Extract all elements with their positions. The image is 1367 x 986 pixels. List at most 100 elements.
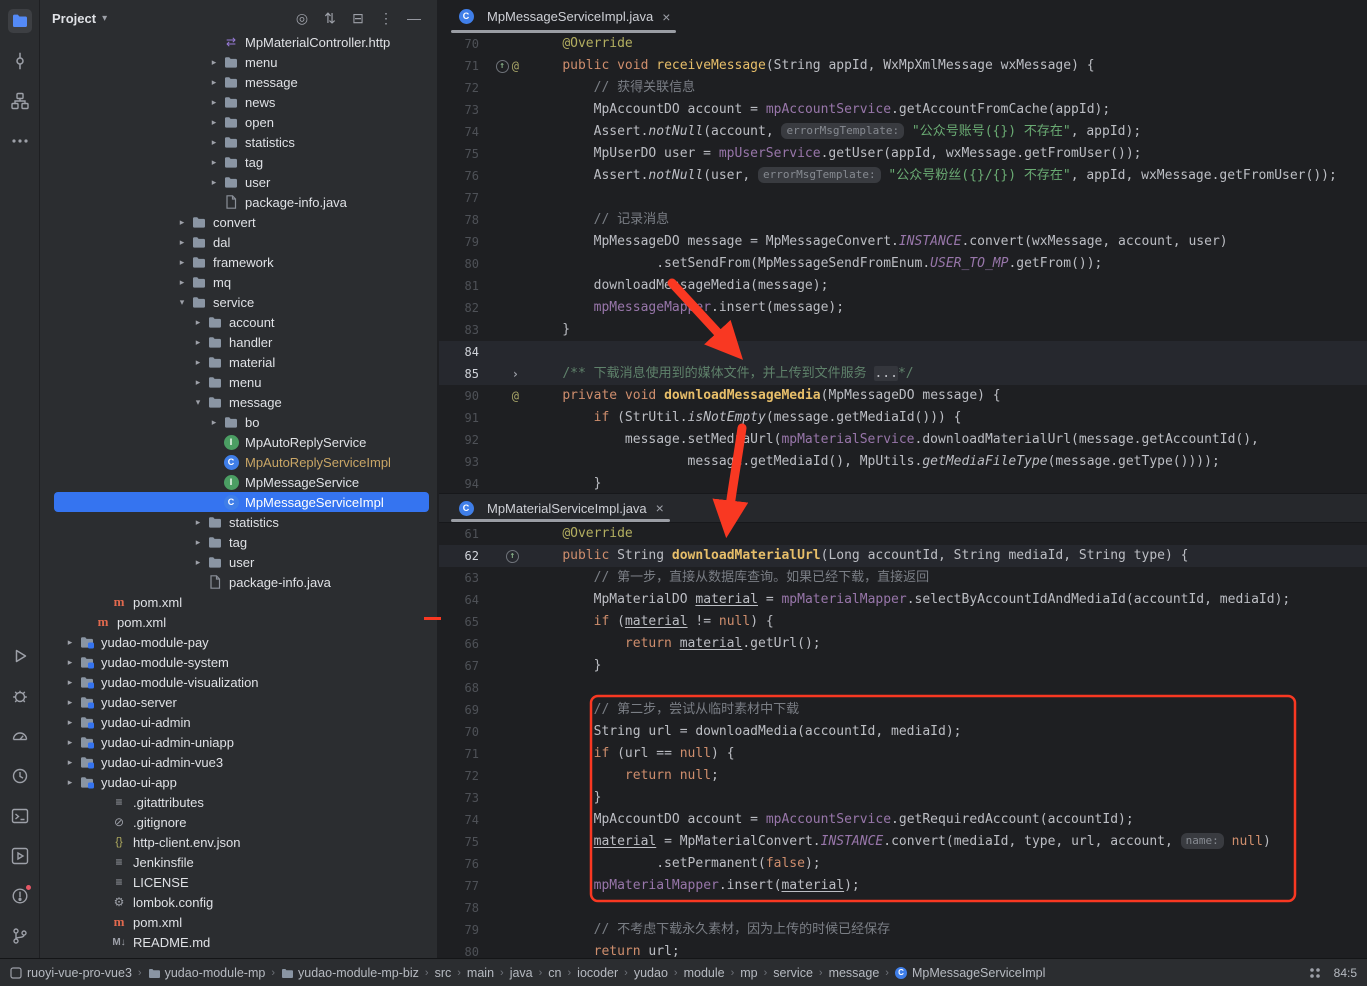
- tree-item-menu[interactable]: ▸menu: [40, 372, 437, 392]
- chevron-right-icon[interactable]: ▸: [190, 357, 206, 368]
- tree-item-pom-xml[interactable]: mpom.xml: [40, 912, 437, 932]
- gutter[interactable]: 78: [439, 209, 531, 231]
- gutter[interactable]: 74: [439, 121, 531, 143]
- tab-mpmessageserviceimpl[interactable]: C MpMessageServiceImpl.java ×: [447, 0, 680, 33]
- tree-item-material[interactable]: ▸material: [40, 352, 437, 372]
- code-line-78[interactable]: 78 // 记录消息: [439, 209, 1367, 231]
- tree-item-framework[interactable]: ▸framework: [40, 252, 437, 272]
- chevron-right-icon[interactable]: ▸: [174, 217, 190, 228]
- services-tool-icon[interactable]: [8, 844, 32, 868]
- code-line-85[interactable]: 85› /** 下载消息使用到的媒体文件，并上传到文件服务 ...*/: [439, 363, 1367, 385]
- gutter[interactable]: 78: [439, 897, 531, 919]
- tree-item-statistics[interactable]: ▸statistics: [40, 132, 437, 152]
- gutter[interactable]: 65: [439, 611, 531, 633]
- tree-item-http-client-env-json[interactable]: {}http-client.env.json: [40, 832, 437, 852]
- gutter[interactable]: 64: [439, 589, 531, 611]
- breadcrumb-item-iocoder[interactable]: iocoder: [577, 966, 618, 980]
- tab-mpmaterialserviceimpl[interactable]: C MpMaterialServiceImpl.java ×: [447, 494, 674, 522]
- breadcrumb-item-module[interactable]: module: [684, 966, 725, 980]
- chevron-right-icon[interactable]: ▸: [190, 377, 206, 388]
- chevron-right-icon[interactable]: ▸: [190, 517, 206, 528]
- code-line-76[interactable]: 76 Assert.notNull(user, errorMsgTemplate…: [439, 165, 1367, 187]
- code-line-78[interactable]: 78: [439, 897, 1367, 919]
- code-line-93[interactable]: 93 message.getMediaId(), MpUtils.getMedi…: [439, 451, 1367, 473]
- gutter[interactable]: 73: [439, 787, 531, 809]
- tree-item-yudao-module-visualization[interactable]: ▸yudao-module-visualization: [40, 672, 437, 692]
- chevron-right-icon[interactable]: ▸: [62, 757, 78, 768]
- code-line-66[interactable]: 66 return material.getUrl();: [439, 633, 1367, 655]
- code-line-82[interactable]: 82 mpMessageMapper.insert(message);: [439, 297, 1367, 319]
- caret-position[interactable]: 84:5: [1334, 966, 1357, 980]
- expand-all-icon[interactable]: ⇅: [319, 7, 341, 29]
- project-tool-icon[interactable]: [8, 9, 32, 33]
- chevron-right-icon[interactable]: ▸: [62, 657, 78, 668]
- tree-item-yudao-ui-admin[interactable]: ▸yudao-ui-admin: [40, 712, 437, 732]
- tree-item-convert[interactable]: ▸convert: [40, 212, 437, 232]
- code-line-74[interactable]: 74 MpAccountDO account = mpAccountServic…: [439, 809, 1367, 831]
- gutter[interactable]: 72: [439, 77, 531, 99]
- gutter[interactable]: 77: [439, 875, 531, 897]
- tree-item-license[interactable]: ≡LICENSE: [40, 872, 437, 892]
- tree-item-mpmessageserviceimpl[interactable]: CMpMessageServiceImpl: [40, 492, 437, 512]
- override-marker-icon[interactable]: ↑: [506, 550, 519, 563]
- gutter[interactable]: 75: [439, 143, 531, 165]
- chevron-right-icon[interactable]: ▸: [62, 737, 78, 748]
- gutter[interactable]: 75: [439, 831, 531, 853]
- tree-item-mq[interactable]: ▸mq: [40, 272, 437, 292]
- close-tab-icon[interactable]: ×: [662, 9, 670, 25]
- gutter[interactable]: 80: [439, 941, 531, 958]
- code-line-70[interactable]: 70 String url = downloadMedia(accountId,…: [439, 721, 1367, 743]
- breadcrumb-item-message[interactable]: message: [829, 966, 880, 980]
- tree-item-pom-xml[interactable]: mpom.xml: [40, 592, 437, 612]
- gutter[interactable]: 74: [439, 809, 531, 831]
- tree-item-yudao-ui-admin-vue3[interactable]: ▸yudao-ui-admin-vue3: [40, 752, 437, 772]
- breadcrumb-item-cn[interactable]: cn: [548, 966, 561, 980]
- code-line-72[interactable]: 72 // 获得关联信息: [439, 77, 1367, 99]
- tree-item-dal[interactable]: ▸dal: [40, 232, 437, 252]
- status-widget-icon[interactable]: [1306, 964, 1324, 982]
- gutter[interactable]: 70: [439, 33, 531, 55]
- chevron-right-icon[interactable]: ▸: [190, 537, 206, 548]
- chevron-right-icon[interactable]: ▸: [62, 677, 78, 688]
- debug-tool-icon[interactable]: [8, 684, 32, 708]
- tree-item-gitignore[interactable]: ⊘.gitignore: [40, 812, 437, 832]
- tree-item-news[interactable]: ▸news: [40, 92, 437, 112]
- chevron-right-icon[interactable]: ▸: [62, 777, 78, 788]
- code-line-81[interactable]: 81 downloadMessageMedia(message);: [439, 275, 1367, 297]
- gutter[interactable]: 92: [439, 429, 531, 451]
- code-line-61[interactable]: 61 @Override: [439, 523, 1367, 545]
- breadcrumb-item-service[interactable]: service: [773, 966, 813, 980]
- code-line-84[interactable]: 84: [439, 341, 1367, 363]
- gutter[interactable]: 68: [439, 677, 531, 699]
- chevron-down-icon[interactable]: ▾: [190, 397, 206, 408]
- gutter[interactable]: 71↑@: [439, 55, 531, 77]
- gutter[interactable]: 66: [439, 633, 531, 655]
- code-line-76[interactable]: 76 .setPermanent(false);: [439, 853, 1367, 875]
- code-line-64[interactable]: 64 MpMaterialDO material = mpMaterialMap…: [439, 589, 1367, 611]
- code-line-63[interactable]: 63 // 第一步，直接从数据库查询。如果已经下载，直接返回: [439, 567, 1367, 589]
- more-tools-icon[interactable]: [8, 129, 32, 153]
- breadcrumb-item-mpmessageserviceimpl[interactable]: CMpMessageServiceImpl: [895, 966, 1045, 980]
- collapse-all-icon[interactable]: ⊟: [347, 7, 369, 29]
- tree-item-mpmessageservice[interactable]: IMpMessageService: [40, 472, 437, 492]
- code-line-71[interactable]: 71 if (url == null) {: [439, 743, 1367, 765]
- tree-item-message[interactable]: ▾message: [40, 392, 437, 412]
- breadcrumb-item-main[interactable]: main: [467, 966, 494, 980]
- tree-item-jenkinsfile[interactable]: ≡Jenkinsfile: [40, 852, 437, 872]
- gutter[interactable]: 84: [439, 341, 531, 363]
- tree-item-yudao-module-system[interactable]: ▸yudao-module-system: [40, 652, 437, 672]
- breadcrumb-item-ruoyi-vue-pro-vue3[interactable]: ruoyi-vue-pro-vue3: [10, 966, 132, 980]
- tree-item-yudao-ui-admin-uniapp[interactable]: ▸yudao-ui-admin-uniapp: [40, 732, 437, 752]
- gutter[interactable]: 77: [439, 187, 531, 209]
- code-line-62[interactable]: 62↑ public String downloadMaterialUrl(Lo…: [439, 545, 1367, 567]
- tree-item-yudao-ui-app[interactable]: ▸yudao-ui-app: [40, 772, 437, 792]
- tree-item-package-info-java[interactable]: package-info.java: [40, 192, 437, 212]
- chevron-right-icon[interactable]: ▸: [206, 97, 222, 108]
- code-line-75[interactable]: 75 MpUserDO user = mpUserService.getUser…: [439, 143, 1367, 165]
- history-tool-icon[interactable]: [8, 764, 32, 788]
- code-line-69[interactable]: 69 // 第二步，尝试从临时素材中下载: [439, 699, 1367, 721]
- chevron-right-icon[interactable]: ▸: [190, 557, 206, 568]
- gutter[interactable]: 90@: [439, 385, 531, 407]
- code-line-68[interactable]: 68: [439, 677, 1367, 699]
- chevron-right-icon[interactable]: ▸: [190, 337, 206, 348]
